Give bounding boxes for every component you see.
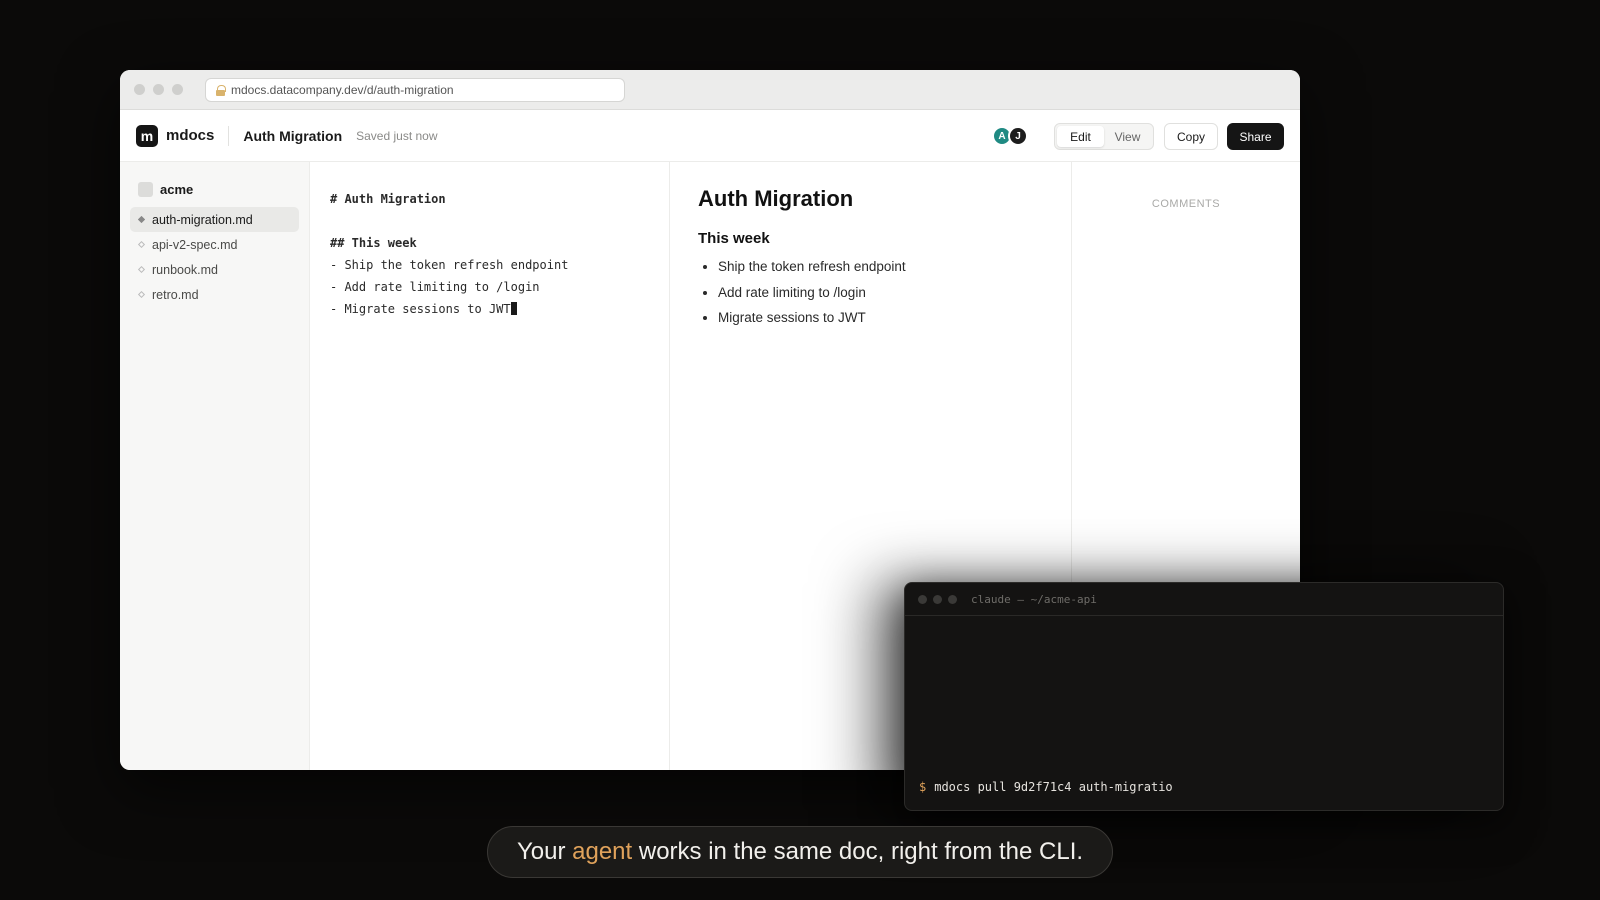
terminal-title: claude — ~/acme-api [971, 592, 1097, 606]
file-diamond-icon [137, 240, 146, 249]
file-diamond-icon [137, 265, 146, 274]
workspace-name: acme [160, 181, 194, 197]
sidebar-item-auth-migration[interactable]: auth-migration.md [130, 207, 299, 232]
terminal-command: mdocs pull 9d2f71c4 auth-migratio [934, 780, 1173, 794]
terminal-close-button[interactable] [918, 594, 927, 604]
terminal-titlebar: claude — ~/acme-api [905, 583, 1503, 616]
list-item: Ship the token refresh endpoint [718, 257, 1043, 283]
file-diamond-icon [137, 215, 146, 224]
editor-line: - Ship the token refresh endpoint [330, 258, 569, 272]
file-name: api-v2-spec.md [152, 237, 238, 252]
terminal-command-line: $ mdocs pull 9d2f71c4 auth-migratio [919, 780, 1173, 794]
window-controls [134, 84, 183, 95]
terminal-window-controls [918, 594, 957, 604]
caption-accent-word: agent [572, 838, 633, 865]
brand-name[interactable]: mdocs [166, 127, 214, 144]
minimize-window-button[interactable] [153, 84, 164, 95]
file-name: runbook.md [152, 262, 219, 277]
shell-prompt: $ [919, 780, 927, 794]
file-name: auth-migration.md [152, 212, 253, 227]
avatar[interactable]: J [1008, 126, 1028, 146]
workspace-switcher[interactable]: acme [120, 179, 309, 199]
terminal-zoom-button[interactable] [948, 594, 957, 604]
editor-line: # Auth Migration [330, 192, 446, 206]
address-bar[interactable]: mdocs.datacompany.dev/d/auth-migration [205, 78, 625, 102]
editor-line-text: - Migrate sessions to JWT [330, 302, 511, 316]
zoom-window-button[interactable] [172, 84, 183, 95]
editor-line-with-cursor: - Migrate sessions to JWT [330, 298, 649, 320]
lock-icon [216, 85, 226, 96]
document-title[interactable]: Auth Migration [243, 128, 342, 144]
close-window-button[interactable] [134, 84, 145, 95]
header-divider [228, 125, 230, 146]
preview-heading-1: Auth Migration [698, 186, 854, 211]
url-text: mdocs.datacompany.dev/d/auth-migration [231, 83, 454, 97]
text-cursor [510, 302, 517, 315]
markdown-editor[interactable]: # Auth Migration ## This week - Ship the… [310, 162, 670, 770]
logo-icon[interactable]: m [136, 124, 158, 147]
mode-toggle: Edit View [1054, 123, 1154, 150]
workspace-icon [138, 181, 153, 197]
terminal-window[interactable]: claude — ~/acme-api $ mdocs pull 9d2f71c4… [904, 582, 1504, 811]
sidebar-item-runbook[interactable]: runbook.md [130, 257, 299, 282]
copy-button[interactable]: Copy [1164, 123, 1218, 150]
preview-list: Ship the token refresh endpoint Add rate… [698, 257, 1043, 334]
edit-mode-button[interactable]: Edit [1057, 126, 1104, 147]
file-list: auth-migration.md api-v2-spec.md runbook… [120, 207, 309, 307]
tagline-caption: Your agent works in the same doc, right … [487, 826, 1113, 878]
editor-line: ## This week [330, 236, 417, 250]
terminal-minimize-button[interactable] [933, 594, 942, 604]
file-name: retro.md [152, 287, 199, 302]
caption-text-before: Your [516, 838, 573, 865]
browser-chrome: mdocs.datacompany.dev/d/auth-migration [120, 70, 1300, 110]
sidebar-item-api-v2-spec[interactable]: api-v2-spec.md [130, 232, 299, 257]
app-header: m mdocs Auth Migration Saved just now A … [120, 110, 1300, 162]
caption-text-after: works in the same doc, right from the CL… [632, 838, 1084, 865]
view-mode-button[interactable]: View [1104, 126, 1151, 147]
list-item: Add rate limiting to /login [718, 283, 1043, 309]
save-status: Saved just now [356, 128, 438, 143]
list-item: Migrate sessions to JWT [718, 308, 1043, 334]
preview-heading-2: This week [698, 230, 770, 247]
share-button[interactable]: Share [1227, 123, 1284, 150]
collaborator-avatars: A J [992, 126, 1028, 146]
file-sidebar: acme auth-migration.md api-v2-spec.md ru… [120, 162, 310, 770]
editor-line: - Add rate limiting to /login [330, 280, 540, 294]
file-diamond-icon [137, 290, 146, 299]
sidebar-item-retro[interactable]: retro.md [130, 282, 299, 307]
